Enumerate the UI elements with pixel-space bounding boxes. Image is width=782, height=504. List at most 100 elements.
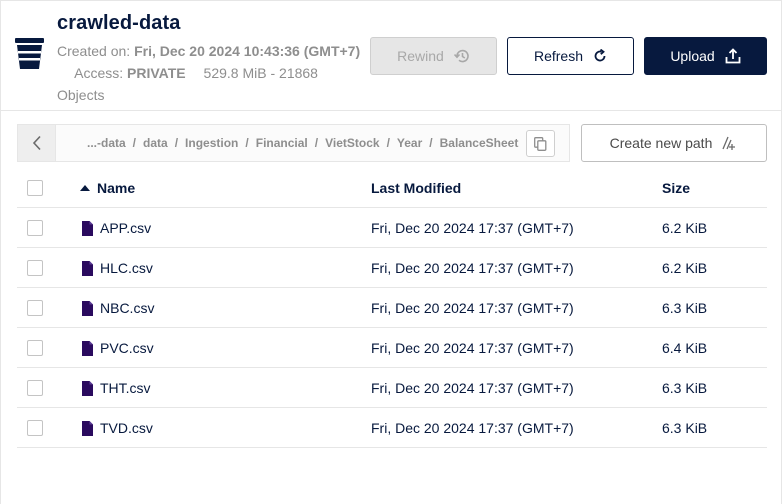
file-name-cell[interactable]: PVC.csv xyxy=(80,328,154,368)
refresh-icon xyxy=(594,49,606,62)
row-checkbox[interactable] xyxy=(27,260,43,276)
breadcrumb-item[interactable]: Year xyxy=(397,136,422,150)
file-icon xyxy=(82,220,93,236)
last-modified-cell: Fri, Dec 20 2024 17:37 (GMT+7) xyxy=(371,368,574,408)
file-name: PVC.csv xyxy=(100,340,154,356)
breadcrumb: ...-data / data / Ingestion / Financial … xyxy=(17,124,570,162)
column-header-label: Name xyxy=(97,180,136,196)
last-modified: Fri, Dec 20 2024 17:37 (GMT+7) xyxy=(371,420,574,436)
file-icon xyxy=(82,260,93,276)
breadcrumb-separator: / xyxy=(174,136,179,150)
file-name-cell[interactable]: THT.csv xyxy=(80,368,151,408)
rewind-label: Rewind xyxy=(397,48,444,64)
size-cell: 6.3 KiB xyxy=(662,288,707,328)
column-header-size[interactable]: Size xyxy=(662,168,690,208)
last-modified: Fri, Dec 20 2024 17:37 (GMT+7) xyxy=(371,260,574,276)
column-header-last-modified[interactable]: Last Modified xyxy=(371,168,461,208)
last-modified-cell: Fri, Dec 20 2024 17:37 (GMT+7) xyxy=(371,248,574,288)
create-new-path-label: Create new path xyxy=(609,135,713,151)
access-value: PRIVATE xyxy=(127,65,186,81)
file-size: 6.2 KiB xyxy=(662,260,708,276)
created-value: Fri, Dec 20 2024 10:43:36 (GMT+7) xyxy=(134,43,361,59)
access-label: Access: xyxy=(74,65,124,81)
size-cell: 6.2 KiB xyxy=(662,208,707,248)
breadcrumb-separator: / xyxy=(386,136,390,150)
breadcrumb-item[interactable]: VietStock xyxy=(325,136,379,150)
row-check-cell xyxy=(27,208,43,248)
size-cell: 6.4 KiB xyxy=(662,328,707,368)
rewind-button: Rewind xyxy=(370,37,497,75)
file-name: THT.csv xyxy=(100,380,151,396)
sort-ascending-icon xyxy=(80,185,90,191)
breadcrumb-item[interactable]: BalanceSheet xyxy=(440,136,519,150)
file-name-cell[interactable]: TVD.csv xyxy=(80,408,153,448)
table-row[interactable]: HLC.csv Fri, Dec 20 2024 17:37 (GMT+7) 6… xyxy=(17,248,767,288)
file-name-cell[interactable]: APP.csv xyxy=(80,208,151,248)
breadcrumb-item[interactable]: Financial xyxy=(256,136,308,150)
copy-icon xyxy=(534,136,547,151)
table-row[interactable]: PVC.csv Fri, Dec 20 2024 17:37 (GMT+7) 6… xyxy=(17,328,767,368)
size-cell: 6.3 KiB xyxy=(662,368,707,408)
row-checkbox[interactable] xyxy=(27,300,43,316)
file-name: NBC.csv xyxy=(100,300,155,316)
bucket-title: crawled-data xyxy=(57,12,181,34)
refresh-button[interactable]: Refresh xyxy=(507,37,634,75)
last-modified-cell: Fri, Dec 20 2024 17:37 (GMT+7) xyxy=(371,328,574,368)
row-check-cell xyxy=(27,368,43,408)
table-body: APP.csv Fri, Dec 20 2024 17:37 (GMT+7) 6… xyxy=(17,208,767,448)
file-name: APP.csv xyxy=(100,220,152,236)
select-all-checkbox[interactable] xyxy=(27,180,43,196)
size-cell: 6.3 KiB xyxy=(662,408,707,448)
file-icon xyxy=(82,300,93,316)
table-header-row: Name Last Modified Size xyxy=(17,168,767,208)
row-checkbox[interactable] xyxy=(27,380,43,396)
row-checkbox[interactable] xyxy=(27,340,43,356)
column-header-name[interactable]: Name xyxy=(80,168,135,208)
upload-label: Upload xyxy=(670,48,715,64)
breadcrumb-path: ...-data / data / Ingestion / Financial … xyxy=(87,125,518,161)
file-size: 6.3 KiB xyxy=(662,300,708,316)
bucket-meta: Created on: Fri, Dec 20 2024 10:43:36 (G… xyxy=(57,40,362,106)
breadcrumb-separator: / xyxy=(245,136,249,150)
created-label: Created on: xyxy=(57,43,131,59)
table-row[interactable]: TVD.csv Fri, Dec 20 2024 17:37 (GMT+7) 6… xyxy=(17,408,767,448)
file-icon xyxy=(82,380,93,396)
last-modified: Fri, Dec 20 2024 17:37 (GMT+7) xyxy=(371,300,574,316)
create-new-path-button[interactable]: Create new path xyxy=(581,124,767,162)
table-row[interactable]: NBC.csv Fri, Dec 20 2024 17:37 (GMT+7) 6… xyxy=(17,288,767,328)
file-size: 6.4 KiB xyxy=(662,340,708,356)
breadcrumb-separator: / xyxy=(429,136,433,150)
new-path-icon xyxy=(722,136,736,150)
last-modified: Fri, Dec 20 2024 17:37 (GMT+7) xyxy=(371,380,574,396)
breadcrumb-item[interactable]: ...-data xyxy=(87,136,126,150)
copy-path-button[interactable] xyxy=(526,130,555,157)
last-modified: Fri, Dec 20 2024 17:37 (GMT+7) xyxy=(371,340,574,356)
chevron-left-icon xyxy=(32,135,41,151)
column-header-label: Last Modified xyxy=(371,180,462,196)
breadcrumb-item[interactable]: data xyxy=(143,136,168,150)
row-check-cell xyxy=(27,408,43,448)
row-check-cell xyxy=(27,248,43,288)
file-name-cell[interactable]: NBC.csv xyxy=(80,288,154,328)
last-modified-cell: Fri, Dec 20 2024 17:37 (GMT+7) xyxy=(371,288,574,328)
row-checkbox[interactable] xyxy=(27,420,43,436)
table-row[interactable]: APP.csv Fri, Dec 20 2024 17:37 (GMT+7) 6… xyxy=(17,208,767,248)
table-row[interactable]: THT.csv Fri, Dec 20 2024 17:37 (GMT+7) 6… xyxy=(17,368,767,408)
select-all-cell xyxy=(27,168,43,208)
file-size: 6.3 KiB xyxy=(662,420,708,436)
breadcrumb-item[interactable]: Ingestion xyxy=(185,136,238,150)
file-name: HLC.csv xyxy=(100,260,153,276)
breadcrumb-separator: / xyxy=(314,136,319,150)
file-icon xyxy=(82,340,93,356)
refresh-label: Refresh xyxy=(533,48,584,64)
object-browser-panel: crawled-data Created on: Fri, Dec 20 202… xyxy=(0,0,782,504)
bucket-size: 529.8 MiB xyxy=(203,65,267,81)
size-cell: 6.2 KiB xyxy=(662,248,707,288)
file-name-cell[interactable]: HLC.csv xyxy=(80,248,153,288)
last-modified-cell: Fri, Dec 20 2024 17:37 (GMT+7) xyxy=(371,408,574,448)
row-checkbox[interactable] xyxy=(27,220,43,236)
object-table: Name Last Modified Size APP.csv Fri, Dec… xyxy=(17,168,767,448)
row-check-cell xyxy=(27,328,43,368)
upload-button[interactable]: Upload xyxy=(644,37,767,75)
back-button[interactable] xyxy=(18,125,56,161)
